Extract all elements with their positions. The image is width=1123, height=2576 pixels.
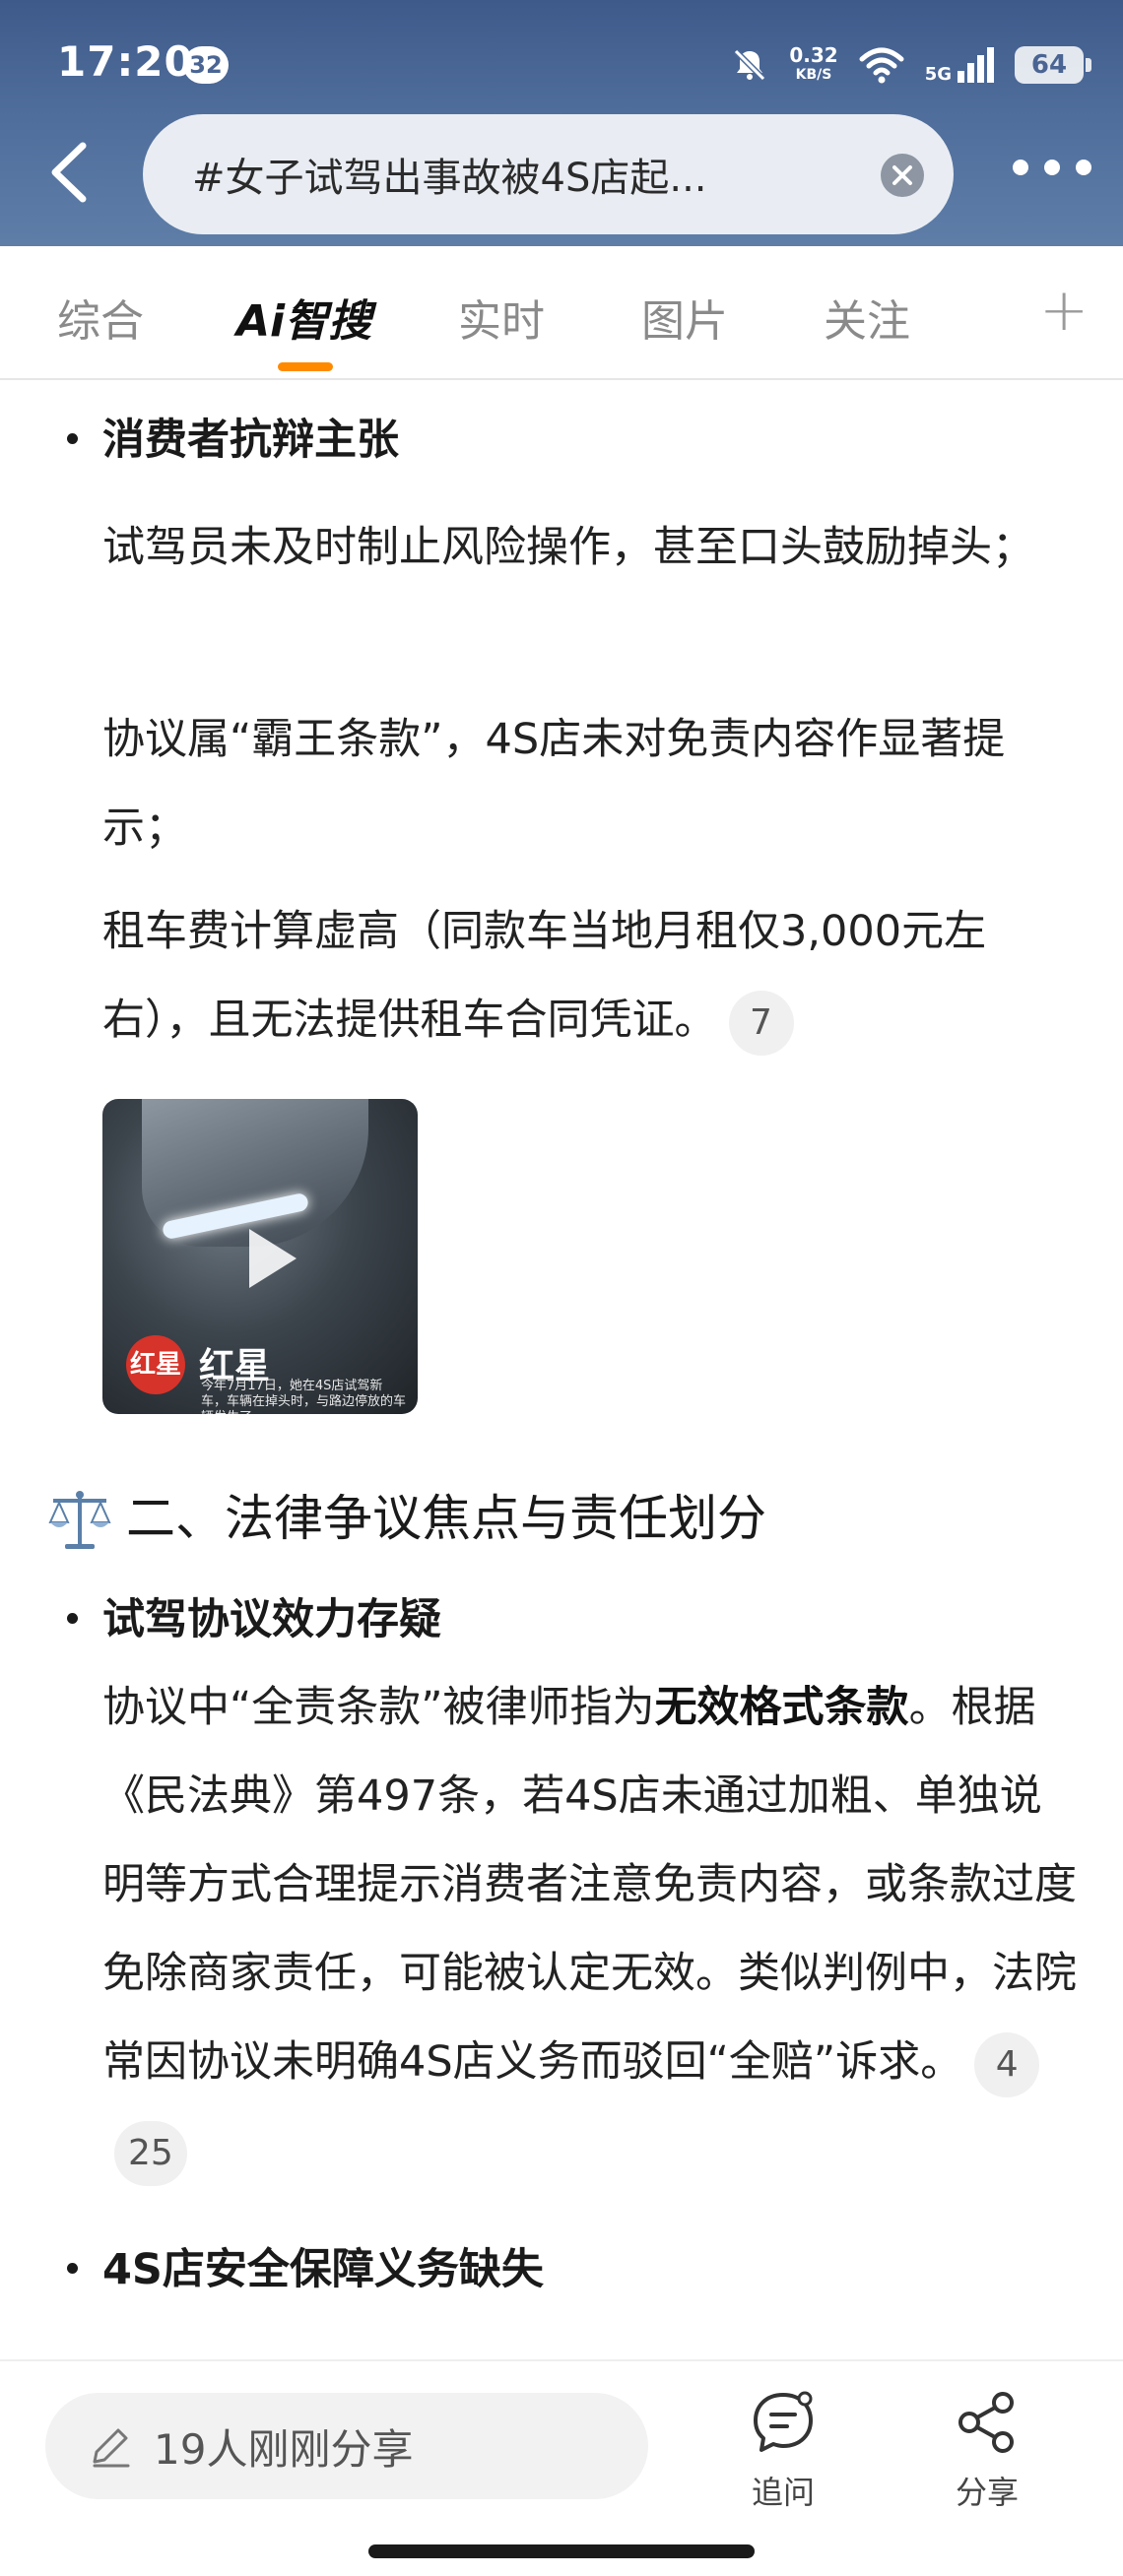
share-icon <box>958 2392 1014 2453</box>
tab-bar: 综合 Ai智搜 实时 图片 关注 + <box>0 246 1123 380</box>
network-type: 5G <box>924 64 952 85</box>
share-label: 分享 <box>955 2474 1019 2511</box>
follow-up-label: 追问 <box>751 2474 815 2511</box>
share-input[interactable]: 19人刚刚分享 <box>45 2393 648 2499</box>
section-heading: 消费者抗辩主张 <box>102 416 399 465</box>
paragraph: 协议属“霸王条款”，4S店未对免责内容作显著提示； <box>102 715 1006 853</box>
speed-value: 0.32 <box>789 43 838 67</box>
video-caption: 今年7月17日，她在4S店试驾新车，车辆在掉头时，与路边停放的车辆发生了 <box>201 1379 407 1414</box>
paragraph-text: 协议中“全责条款”被律师指为 <box>102 1683 655 1732</box>
search-row: #女子试驾出事故被4S店起... <box>0 110 1123 238</box>
bullet-dot <box>67 433 78 444</box>
bottom-action-bar: 19人刚刚分享 追问 分享 <box>0 2359 1123 2576</box>
status-bar: 17:20 32 0.32 KB/S 5G 64 <box>0 30 1123 98</box>
answer-content: 消费者抗辩主张 试驾员未及时制止风险操作，甚至口头鼓励掉头； 协议属“霸王条款”… <box>0 380 1123 2359</box>
bold-text: 无效格式条款 <box>654 1683 909 1732</box>
section-heading: 试驾协议效力存疑 <box>102 1595 441 1644</box>
close-icon <box>892 165 912 185</box>
citation-badge[interactable]: 25 <box>114 2120 187 2186</box>
tab-follow[interactable]: 关注 <box>824 286 910 349</box>
more-dot-icon <box>1076 160 1091 175</box>
chat-bubble-icon <box>754 2391 813 2452</box>
status-icons: 0.32 KB/S 5G 64 <box>730 35 1091 95</box>
citation-badge[interactable]: 7 <box>728 990 794 1056</box>
tab-realtime[interactable]: 实时 <box>458 286 545 349</box>
scales-icon <box>48 1491 111 1549</box>
back-button[interactable] <box>41 138 100 207</box>
search-input[interactable]: #女子试驾出事故被4S店起... <box>143 114 954 234</box>
bullet-dot <box>67 1613 78 1624</box>
top-header: 17:20 32 0.32 KB/S 5G 64 #女子试驾出事故被4S店起..… <box>0 0 1123 246</box>
active-tab-indicator <box>278 362 333 371</box>
paragraph-text: 租车费计算虚高（同款车当地月租仅3,000元左右），且无法提供租车合同凭证。 <box>102 907 987 1045</box>
add-tab-button[interactable]: + <box>1039 276 1089 345</box>
network-speed: 0.32 KB/S <box>789 45 837 85</box>
citation-badge[interactable]: 4 <box>974 2031 1040 2097</box>
search-query: #女子试驾出事故被4S店起... <box>192 156 707 201</box>
more-dot-icon <box>1044 160 1060 175</box>
battery-icon: 64 <box>1015 46 1091 84</box>
back-arrow-icon <box>51 142 87 203</box>
tab-images[interactable]: 图片 <box>641 286 728 349</box>
follow-up-button[interactable]: 追问 <box>724 2387 842 2513</box>
video-thumbnail[interactable]: 红星 红星 今年7月17日，她在4S店试驾新车，车辆在掉头时，与路边停放的车辆发… <box>102 1099 418 1414</box>
play-icon <box>249 1229 297 1288</box>
paragraph: 试驾员未及时制止风险操作，甚至口头鼓励掉头； <box>102 523 1034 572</box>
bullet-dot <box>67 2263 78 2274</box>
tab-ai-search[interactable]: Ai智搜 <box>236 286 371 349</box>
pencil-icon <box>93 2428 130 2468</box>
notification-badge: 32 <box>183 46 229 84</box>
paragraph-text: 。根据《民法典》第497条，若4S店未通过加粗、单独说明等方式合理提示消费者注意… <box>102 1683 1077 2087</box>
more-dot-icon <box>1013 160 1028 175</box>
share-count-text: 19人刚刚分享 <box>154 2424 414 2474</box>
share-button[interactable]: 分享 <box>928 2387 1046 2513</box>
paragraph: 租车费计算虚高（同款车当地月租仅3,000元左右），且无法提供租车合同凭证。 7 <box>102 887 1078 1064</box>
more-options-button[interactable] <box>1013 160 1091 183</box>
clear-search-button[interactable] <box>881 154 924 197</box>
section-title: 二、法律争议焦点与责任划分 <box>126 1490 766 1547</box>
speed-unit: KB/S <box>795 67 832 83</box>
home-indicator[interactable] <box>368 2544 755 2558</box>
wifi-icon <box>859 47 904 84</box>
status-time: 17:20 <box>57 37 194 86</box>
mute-bell-icon <box>734 48 766 82</box>
paragraph: 协议中“全责条款”被律师指为无效格式条款。根据《民法典》第497条，若4S店未通… <box>102 1663 1078 2195</box>
video-source-logo: 红星 <box>126 1335 185 1394</box>
tab-comprehensive[interactable]: 综合 <box>57 286 144 349</box>
signal-icon: 5G <box>925 45 995 85</box>
section-heading: 4S店安全保障义务缺失 <box>102 2245 544 2294</box>
